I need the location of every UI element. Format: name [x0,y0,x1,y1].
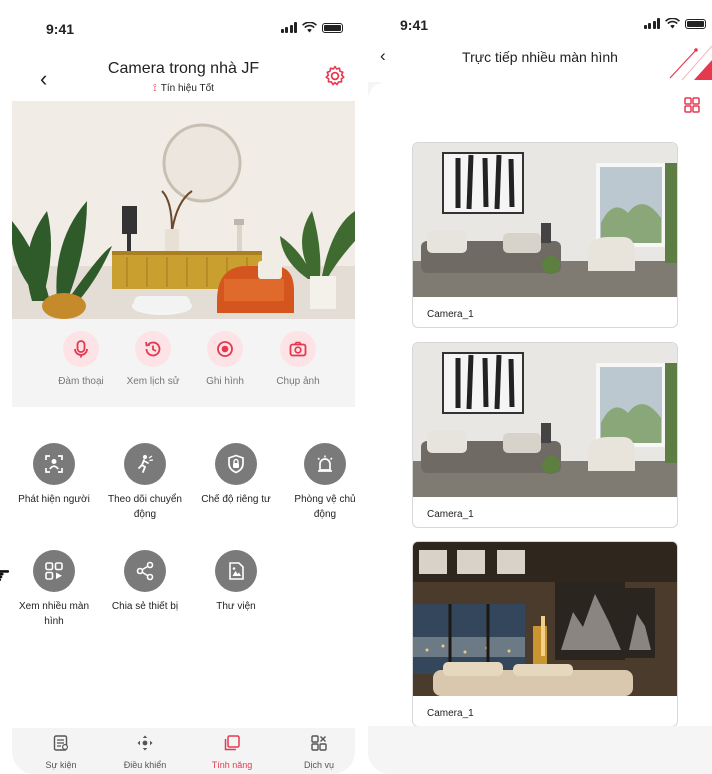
multi-screen-icon [33,550,75,592]
active-defense-label: Phòng vệ chủ động [294,494,355,520]
camera-icon [280,331,316,367]
battery-icon [685,18,706,29]
multi-screen-live-view: 9:41 ‹ Trực tiếp nhiều màn hình Camera_1… [368,0,712,774]
top-header: 9:41 ‹ Trực tiếp nhiều màn hình [368,0,712,82]
status-icons [280,22,343,33]
status-bar-right: 9:41 [368,0,712,44]
talk-label: Đàm thoại [58,376,104,387]
battery-icon [322,22,343,33]
alarm-icon [304,443,346,485]
person-detect-icon [33,443,75,485]
device-features-screen: 9:41 ‹ Camera trong nhà JF ⟟ Tín hiệu Tốt [12,0,355,774]
snapshot-button[interactable]: Chụp ảnh [262,331,334,387]
privacy-mode-label: Chế độ riêng tư [201,494,271,505]
page-title: Camera trong nhà JF [107,60,260,77]
camera-name: Camera_1 [427,708,474,719]
camera-card[interactable]: Camera_1 [412,342,678,528]
privacy-shield-icon [215,443,257,485]
camera-thumbnail [413,343,677,497]
share-device-label: Chia sẻ thiết bị [111,601,179,612]
tab-services[interactable]: Dịch vụ [284,734,354,770]
camera-live-preview[interactable] [12,101,355,319]
features-icon [224,735,240,751]
signal-icon: ⟟ [153,83,157,94]
bottom-safe-area [368,726,712,774]
mic-icon [63,331,99,367]
camera-thumbnail [413,542,677,696]
tab-events-label: Sự kiện [45,760,77,770]
tab-features-label: Tính năng [211,760,253,770]
person-detect-button[interactable]: Phát hiện người [14,443,94,507]
wifi-icon [665,18,680,29]
camera-card[interactable]: Camera_1 [412,142,678,328]
services-icon [311,735,327,751]
camera-name: Camera_1 [427,309,474,320]
gallery-icon [215,550,257,592]
status-icons-right [643,18,706,29]
tab-control[interactable]: Điều khiển [110,734,180,770]
history-button[interactable]: Xem lịch sử [117,331,189,387]
motion-track-icon [124,443,166,485]
tab-events[interactable]: Sự kiện [26,734,96,770]
wifi-icon [302,22,317,33]
bottom-tab-bar: Sự kiện Điều khiển Tính năng Dịch vụ [12,728,355,774]
camera-thumbnail [413,143,677,297]
talk-button[interactable]: Đàm thoại [45,331,117,387]
gallery-button[interactable]: Thư viện [196,550,276,614]
settings-gear-icon[interactable] [323,64,347,88]
multi-screen-label: Xem nhiều màn hình [18,601,90,627]
camera-card[interactable]: Camera_1 [412,541,678,727]
signal-bars-icon [280,22,297,33]
control-icon [137,735,153,751]
status-time: 9:41 [46,21,75,37]
signal-text: Tín hiệu Tốt [160,83,214,94]
history-icon [135,331,171,367]
header-decoration [669,45,712,80]
tab-services-label: Dịch vụ [303,760,334,770]
events-icon [53,735,69,751]
record-label: Ghi hình [206,376,244,387]
active-defense-button[interactable]: Phòng vệ chủ động [285,443,355,522]
signal-status: ⟟ Tín hiệu Tốt [12,83,355,94]
motion-track-button[interactable]: Theo dõi chuyển động [105,443,185,522]
record-icon [207,331,243,367]
tab-control-label: Điều khiển [123,760,167,770]
status-bar: 9:41 [12,0,355,44]
status-time-right: 9:41 [400,17,429,33]
signal-bars-icon [643,18,660,29]
share-device-button[interactable]: Chia sẻ thiết bị [105,550,185,614]
camera-name: Camera_1 [427,509,474,520]
record-button[interactable]: Ghi hình [189,331,261,387]
person-detect-label: Phát hiện người [18,494,90,505]
quick-actions-bar: Đàm thoại Xem lịch sử Ghi hình Chụp ảnh [12,319,355,407]
share-icon [124,550,166,592]
history-label: Xem lịch sử [126,376,180,387]
tab-features[interactable]: Tính năng [197,734,267,770]
multi-screen-button[interactable]: Xem nhiều màn hình [14,550,94,629]
gallery-label: Thư viện [216,601,256,612]
snapshot-label: Chụp ảnh [276,376,320,387]
motion-track-label: Theo dõi chuyển động [108,494,182,520]
grid-layout-icon[interactable] [684,97,700,113]
pointing-hand-icon: ☛ [0,562,11,588]
privacy-mode-button[interactable]: Chế độ riêng tư [196,443,276,507]
